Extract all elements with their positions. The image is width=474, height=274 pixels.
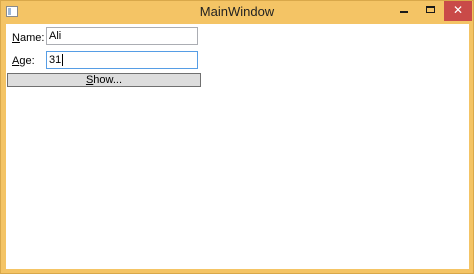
- age-label-text: ge:: [19, 55, 35, 67]
- text-caret: [62, 54, 64, 67]
- age-input-value: 31: [49, 54, 62, 66]
- name-input-value: Ali: [49, 30, 62, 42]
- maximize-button[interactable]: [418, 1, 444, 21]
- title-bar[interactable]: MainWindow ✕: [1, 1, 473, 24]
- age-label: Age:: [12, 55, 35, 67]
- name-input[interactable]: Ali: [46, 27, 198, 45]
- name-label-access-key: N: [12, 32, 20, 44]
- client-area: Name: Ali Age: 31 Show...: [6, 24, 469, 269]
- app-window-icon[interactable]: [6, 6, 18, 17]
- show-button[interactable]: Show...: [7, 73, 201, 87]
- minimize-button[interactable]: [392, 1, 418, 21]
- show-button-label: how...: [93, 74, 123, 86]
- minimize-icon: [400, 11, 408, 13]
- maximize-icon: [426, 6, 435, 13]
- name-label: Name:: [12, 32, 44, 44]
- close-button[interactable]: ✕: [444, 1, 472, 21]
- name-label-text: ame:: [19, 32, 45, 44]
- main-window: MainWindow ✕ Name: Ali Age: 31 Show...: [0, 0, 474, 274]
- age-input[interactable]: 31: [46, 51, 198, 69]
- close-icon: ✕: [452, 3, 464, 17]
